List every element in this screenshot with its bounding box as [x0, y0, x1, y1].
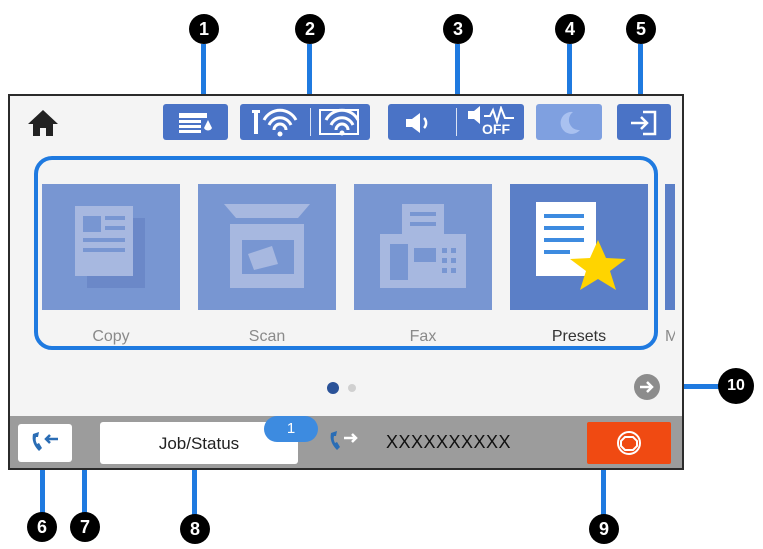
divider — [310, 108, 311, 136]
sound-on-icon — [406, 113, 428, 133]
arrow-right-icon — [640, 381, 654, 393]
callout-6: 6 — [27, 512, 57, 542]
sleep-button[interactable] — [536, 104, 602, 140]
callout-4: 4 — [555, 14, 585, 44]
login-button[interactable] — [617, 104, 671, 140]
ink-supply-button[interactable] — [163, 104, 228, 140]
page-dot-active — [327, 382, 339, 394]
wifi-direct-icon — [319, 108, 360, 136]
stop-button[interactable] — [587, 422, 671, 464]
callout-3: 3 — [443, 14, 473, 44]
sound-settings-button[interactable]: OFF — [388, 104, 524, 140]
job-count-badge: 1 — [264, 416, 318, 442]
fax-data-button[interactable] — [18, 424, 72, 462]
next-page-button[interactable] — [634, 374, 660, 400]
wifi-status-icon — [252, 108, 298, 137]
off-text: OFF — [482, 121, 510, 137]
menu-highlight-frame — [34, 156, 658, 350]
sleep-moon-icon — [560, 111, 580, 134]
divider — [456, 108, 457, 136]
callout-6-leader — [40, 466, 45, 516]
callout-2: 2 — [295, 14, 325, 44]
stop-icon — [617, 431, 641, 455]
tile-partial-label: M — [665, 328, 675, 345]
fax-number: XXXXXXXXXX — [386, 432, 512, 452]
fax-sound-off-icon: OFF — [464, 106, 520, 138]
fax-send-icon — [330, 431, 358, 450]
login-icon — [631, 110, 657, 136]
network-status-button[interactable] — [240, 104, 370, 140]
callout-8: 8 — [180, 514, 210, 544]
home-icon[interactable] — [26, 108, 60, 138]
callout-7: 7 — [70, 512, 100, 542]
page-dot — [348, 384, 356, 392]
tile-partial[interactable] — [665, 184, 675, 310]
ink-supply-icon — [179, 113, 212, 133]
callout-1: 1 — [189, 14, 219, 44]
callout-5: 5 — [626, 14, 656, 44]
fax-receive-icon — [32, 432, 58, 451]
callout-9: 9 — [589, 514, 619, 544]
callout-10: 10 — [718, 368, 754, 404]
